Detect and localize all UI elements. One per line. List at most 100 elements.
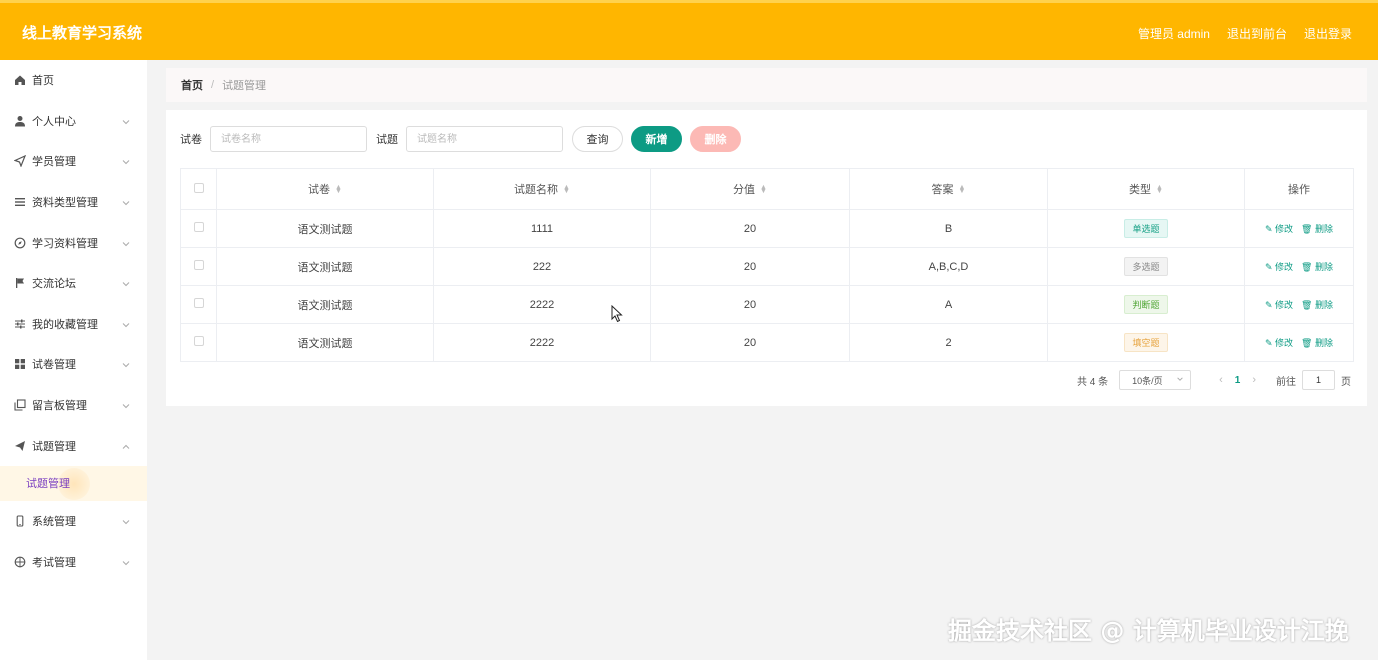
edit-icon: ✎ — [1264, 262, 1273, 272]
send-icon — [13, 155, 26, 168]
question-name-input[interactable] — [406, 126, 563, 152]
sidebar-item-label: 个人中心 — [32, 115, 76, 128]
edit-button[interactable]: ✎ 修改 — [1265, 224, 1293, 234]
page-size-select[interactable]: 10条/页 — [1119, 370, 1192, 390]
sidebar-item-label: 学习资料管理 — [32, 237, 98, 250]
list-icon — [13, 196, 26, 209]
edit-button[interactable]: ✎ 修改 — [1265, 300, 1293, 310]
chevron-down-icon — [121, 116, 131, 126]
goto-page-input[interactable] — [1302, 370, 1335, 390]
delete-label: 删除 — [1315, 338, 1334, 348]
edit-label: 修改 — [1275, 224, 1294, 234]
table-header-row: 试卷 ▲ ▼ 试题名称 ▲ ▼ 分值 ▲ ▼ 答案 ▲ ▼ 类型 ▲ ▼ 操作 — [180, 168, 1354, 210]
submenu-item-label: 试题管理 — [26, 478, 70, 491]
paper-filter-label: 试卷 — [180, 134, 202, 146]
sort-icon[interactable]: ▲ ▼ — [1156, 184, 1163, 195]
score-cell: 20 — [650, 323, 850, 362]
sidebar-item-forum[interactable]: 交流论坛 — [0, 263, 147, 304]
phone-icon — [13, 515, 26, 528]
column-header-score[interactable]: 分值 ▲ ▼ — [650, 168, 850, 210]
type-tag: 填空题 — [1124, 333, 1168, 352]
question-filter-label: 试题 — [376, 134, 398, 146]
table-row: 语文测试题 2222 20 A 判断题 ✎ 修改 🗑 删除 — [180, 285, 1354, 324]
sort-icon[interactable]: ▲ ▼ — [563, 184, 570, 195]
column-header-name[interactable]: 试题名称 ▲ ▼ — [433, 168, 651, 210]
chevron-down-icon — [121, 197, 131, 207]
mouse-cursor-icon — [611, 304, 623, 323]
breadcrumb-current: 试题管理 — [222, 80, 267, 92]
submenu-item-questions[interactable]: 试题管理 — [0, 465, 147, 501]
sidebar-item-system[interactable]: 系统管理 — [0, 501, 147, 542]
delete-button[interactable]: 🗑 删除 — [1301, 300, 1333, 310]
edit-label: 修改 — [1275, 338, 1294, 348]
delete-button[interactable]: 🗑 删除 — [1301, 262, 1333, 272]
column-header-paper[interactable]: 试卷 ▲ ▼ — [216, 168, 434, 210]
sidebar-item-study-materials[interactable]: 学习资料管理 — [0, 222, 147, 263]
column-header-label: 答案 — [931, 184, 954, 196]
current-page-number[interactable]: 1 — [1235, 375, 1241, 386]
sidebar-item-label: 试题管理 — [32, 440, 76, 453]
sidebar-item-label: 学员管理 — [32, 156, 76, 169]
admin-user-link[interactable]: 管理员 admin — [1138, 25, 1210, 42]
sliders-icon — [13, 317, 26, 330]
next-page-button[interactable]: › — [1252, 374, 1256, 386]
sidebar-item-home[interactable]: 首页 — [0, 60, 147, 101]
sidebar-item-students[interactable]: 学员管理 — [0, 141, 147, 182]
pagination: 共 4 条 10条/页 ‹ 1 › 前往 页 — [1077, 370, 1351, 390]
question-name-cell: 2222 — [433, 323, 651, 362]
answer-cell: B — [849, 209, 1048, 248]
sidebar-item-label: 留言板管理 — [32, 400, 87, 413]
chevron-down-icon — [121, 516, 131, 526]
sidebar-item-exams[interactable]: 考试管理 — [0, 542, 147, 583]
sidebar-item-questions[interactable]: 试题管理 — [0, 425, 147, 466]
sidebar-item-personal-center[interactable]: 个人中心 — [0, 101, 147, 142]
sidebar: 首页 个人中心 学员管理 资料类型管理 学习资料管理 交流论坛 我的收藏管理 试… — [0, 60, 147, 660]
table-row: 语文测试题 2222 20 2 填空题 ✎ 修改 🗑 删除 — [180, 323, 1354, 362]
target-icon — [13, 555, 26, 568]
chevron-down-icon — [121, 557, 131, 567]
breadcrumb-home[interactable]: 首页 — [181, 77, 203, 93]
add-button[interactable]: 新增 — [631, 126, 682, 152]
home-icon — [13, 74, 26, 87]
paper-cell: 语文测试题 — [216, 247, 434, 286]
paper-name-input[interactable] — [210, 126, 367, 152]
select-all-checkbox[interactable] — [193, 182, 204, 193]
sidebar-item-favorites[interactable]: 我的收藏管理 — [0, 304, 147, 345]
trash-icon: 🗑 — [1301, 338, 1313, 348]
delete-button[interactable]: 🗑 删除 — [1301, 224, 1333, 234]
back-to-front-link[interactable]: 退出到前台 — [1227, 25, 1287, 42]
column-header-label: 操作 — [1288, 184, 1310, 196]
delete-button[interactable]: 🗑 删除 — [1301, 338, 1333, 348]
row-checkbox[interactable] — [193, 298, 204, 308]
row-checkbox[interactable] — [193, 336, 204, 346]
batch-delete-button[interactable]: 删除 — [690, 126, 741, 152]
sort-icon[interactable]: ▲ ▼ — [959, 184, 966, 195]
sidebar-item-label: 首页 — [32, 75, 54, 88]
sidebar-item-label: 试卷管理 — [32, 359, 76, 372]
row-checkbox[interactable] — [193, 260, 204, 270]
paper-plane-icon — [13, 439, 26, 452]
prev-page-button[interactable]: ‹ — [1219, 374, 1223, 386]
query-button[interactable]: 查询 — [572, 126, 623, 152]
sidebar-item-message-board[interactable]: 留言板管理 — [0, 385, 147, 426]
trash-icon: 🗑 — [1301, 224, 1313, 234]
column-header-label: 分值 — [733, 184, 756, 196]
edit-button[interactable]: ✎ 修改 — [1265, 338, 1293, 348]
breadcrumb-separator: / — [211, 79, 215, 91]
row-checkbox[interactable] — [193, 222, 204, 232]
column-header-answer[interactable]: 答案 ▲ ▼ — [849, 168, 1048, 210]
content-panel: 试卷 试题 查询 新增 删除 试卷 ▲▼ 试题名称 ▲▼ 分值 ▲▼ 答案 ▲▼ 类型 ▲… — [166, 110, 1367, 406]
sidebar-item-material-types[interactable]: 资料类型管理 — [0, 182, 147, 223]
top-bar: 线上教育学习系统 管理员 admin 退出到前台 退出登录 — [0, 0, 1378, 60]
sort-icon[interactable]: ▲ ▼ — [335, 184, 342, 195]
column-header-label: 类型 — [1129, 184, 1152, 196]
delete-label: 删除 — [1315, 300, 1334, 310]
app-title: 线上教育学习系统 — [22, 25, 143, 42]
logout-link[interactable]: 退出登录 — [1304, 25, 1352, 42]
sidebar-item-papers[interactable]: 试卷管理 — [0, 344, 147, 385]
edit-button[interactable]: ✎ 修改 — [1265, 262, 1293, 272]
column-header-type[interactable]: 类型 ▲ ▼ — [1047, 168, 1245, 210]
sort-icon[interactable]: ▲ ▼ — [760, 184, 767, 195]
question-name-cell: 1111 — [433, 209, 651, 248]
answer-cell: 2 — [849, 323, 1048, 362]
